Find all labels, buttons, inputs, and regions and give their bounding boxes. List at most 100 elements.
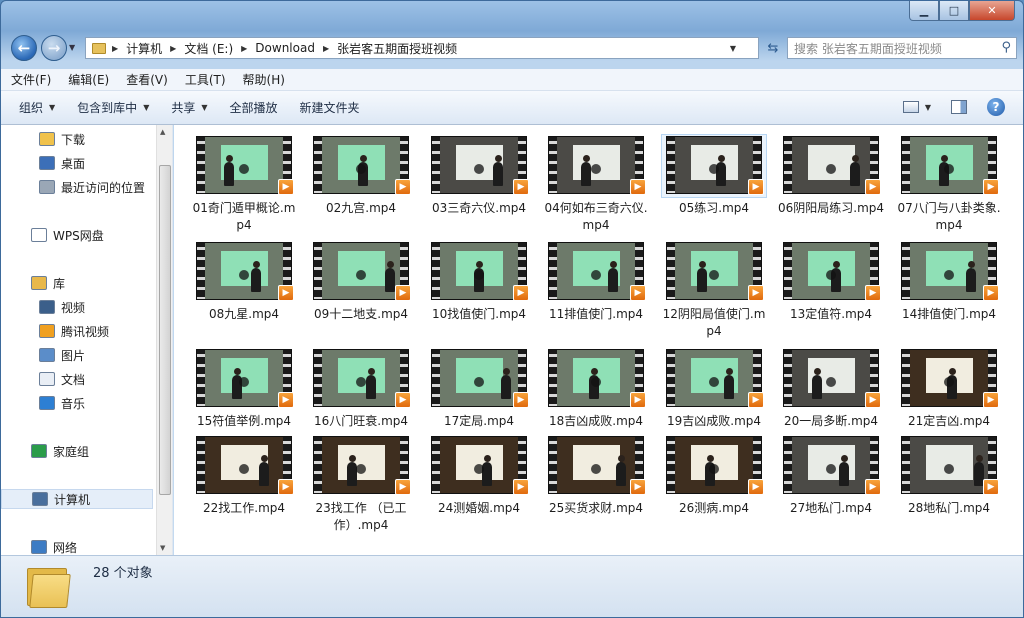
file-name: 13定值符.mp4	[789, 307, 873, 321]
file-item[interactable]: ▶ 03三奇六仪.mp4	[424, 135, 534, 217]
file-item[interactable]: ▶ 06阴阳局练习.mp4	[776, 135, 886, 217]
nav-item[interactable]: 网络	[1, 537, 77, 557]
forward-arrow-icon: →	[47, 39, 61, 57]
file-item[interactable]: ▶ 20一局多断.mp4	[776, 348, 886, 430]
play-media-icon: ▶	[513, 392, 529, 408]
file-item[interactable]: ▶ 07八门与八卦类象.mp4	[894, 135, 1004, 234]
menu-item[interactable]: 工具(T)	[185, 71, 226, 88]
file-name: 17定局.mp4	[443, 414, 515, 428]
preview-pane-icon[interactable]	[951, 100, 967, 114]
scroll-up-arrow-icon[interactable]: ▲	[160, 128, 165, 136]
file-item[interactable]: ▶ 23找工作 （已工作）.mp4	[306, 435, 416, 534]
nav-item[interactable]: 最近访问的位置	[1, 177, 145, 197]
file-item[interactable]: ▶ 17定局.mp4	[424, 348, 534, 430]
file-item[interactable]: ▶ 09十二地支.mp4	[306, 241, 416, 323]
change-view-icon[interactable]	[902, 101, 919, 113]
file-item[interactable]: ▶ 15符值举例.mp4	[189, 348, 299, 430]
address-history-dropdown[interactable]: ▼	[730, 44, 736, 53]
file-item[interactable]: ▶ 18吉凶成败.mp4	[541, 348, 651, 430]
command-button[interactable]: 组织 ▼	[19, 99, 55, 116]
command-button[interactable]: 新建文件夹	[300, 99, 360, 116]
file-item[interactable]: ▶ 28地私门.mp4	[894, 435, 1004, 517]
nav-item-label: 文档	[61, 372, 86, 387]
nav-item[interactable]: 计算机	[1, 489, 153, 509]
file-item[interactable]: ▶ 25买货求财.mp4	[541, 435, 651, 517]
refresh-button[interactable]: ⇆	[761, 37, 785, 59]
breadcrumb-separator-icon[interactable]: ▶	[170, 44, 176, 53]
file-item[interactable]: ▶ 13定值符.mp4	[776, 241, 886, 323]
maximize-button[interactable]: □	[939, 1, 969, 21]
command-button[interactable]: 共享 ▼	[171, 99, 207, 116]
navigation-row: ← → ▼ ▶ 计算机 ▶ 文档 (E:) ▶ Download ▶ 张岩客五期面授班视频 …	[9, 33, 1017, 63]
nav-item[interactable]: WPS网盘	[1, 225, 104, 245]
help-icon[interactable]: ?	[987, 98, 1005, 116]
chevron-down-icon: ▼	[201, 103, 208, 112]
breadcrumb-segment[interactable]: 张岩客五期面授班视频	[337, 40, 457, 57]
file-item[interactable]: ▶ 10找值使门.mp4	[424, 241, 534, 323]
file-item[interactable]: ▶ 02九宫.mp4	[306, 135, 416, 217]
nav-item[interactable]: 库	[1, 273, 65, 293]
forward-button[interactable]: →	[41, 35, 67, 61]
file-item[interactable]: ▶ 11排值使门.mp4	[541, 241, 651, 323]
play-media-icon: ▶	[513, 285, 529, 301]
minimize-button[interactable]: ▁	[909, 1, 939, 21]
file-name: 25买货求财.mp4	[548, 501, 644, 515]
view-options-dropdown[interactable]: ▼	[925, 103, 931, 112]
file-item[interactable]: ▶ 01奇门遁甲概论.mp4	[189, 135, 299, 234]
file-item[interactable]: ▶ 22找工作.mp4	[189, 435, 299, 517]
breadcrumb-segment[interactable]: 计算机	[126, 40, 162, 57]
file-item[interactable]: ▶ 08九星.mp4	[189, 241, 299, 323]
file-item[interactable]: ▶ 21定吉凶.mp4	[894, 348, 1004, 430]
nav-item[interactable]: 腾讯视频	[1, 321, 109, 341]
file-item[interactable]: ▶ 27地私门.mp4	[776, 435, 886, 517]
search-icon[interactable]: ⚲	[1001, 40, 1011, 55]
search-input[interactable]: 搜索 张岩客五期面授班视频 ⚲	[787, 37, 1017, 59]
command-button[interactable]: 全部播放	[230, 99, 278, 116]
file-item[interactable]: ▶ 12阴阳局值使门.mp4	[659, 241, 769, 340]
back-button[interactable]: ←	[11, 35, 37, 61]
play-media-icon: ▶	[630, 179, 646, 195]
breadcrumb-separator-icon[interactable]: ▶	[112, 44, 118, 53]
menu-item[interactable]: 文件(F)	[11, 71, 51, 88]
file-item[interactable]: ▶ 24测婚姻.mp4	[424, 435, 534, 517]
breadcrumb-segment[interactable]: 文档 (E:)	[184, 40, 233, 57]
nav-item-label: 库	[53, 276, 66, 291]
nav-item[interactable]: 视频	[1, 297, 85, 317]
scroll-thumb[interactable]	[159, 165, 171, 495]
file-item[interactable]: ▶ 05练习.mp4	[659, 134, 769, 217]
chevron-down-icon: ▼	[143, 103, 150, 112]
play-media-icon: ▶	[395, 479, 411, 495]
play-media-icon: ▶	[630, 392, 646, 408]
refresh-icon: ⇆	[767, 40, 779, 56]
close-button[interactable]: ✕	[969, 1, 1015, 21]
menu-item[interactable]: 查看(V)	[126, 71, 168, 88]
breadcrumb-separator-icon[interactable]: ▶	[241, 44, 247, 53]
play-media-icon: ▶	[865, 285, 881, 301]
scroll-down-arrow-icon[interactable]: ▼	[160, 544, 165, 552]
nav-item[interactable]: 桌面	[1, 153, 85, 173]
file-item[interactable]: ▶ 19吉凶成败.mp4	[659, 348, 769, 430]
file-item[interactable]: ▶ 14排值使门.mp4	[894, 241, 1004, 323]
file-item[interactable]: ▶ 16八门旺衰.mp4	[306, 348, 416, 430]
recent-pages-dropdown[interactable]: ▼	[69, 43, 75, 52]
menu-item[interactable]: 编辑(E)	[68, 71, 109, 88]
nav-item[interactable]: 下载	[1, 129, 85, 149]
file-name: 14排值使门.mp4	[901, 307, 997, 321]
nav-item-label: 图片	[61, 348, 86, 363]
address-bar[interactable]: ▶ 计算机 ▶ 文档 (E:) ▶ Download ▶ 张岩客五期面授班视频 ▼	[85, 37, 759, 59]
nav-item-label: 音乐	[61, 396, 86, 411]
navigation-pane: 下载桌面最近访问的位置 WPS网盘库视频腾讯视频图片文档音乐家庭组计算机网络 ▲ …	[1, 125, 173, 555]
file-name: 23找工作 （已工作）.mp4	[315, 501, 407, 532]
file-item[interactable]: ▶ 04何如布三奇六仪.mp4	[541, 135, 651, 234]
nav-item[interactable]: 图片	[1, 345, 85, 365]
nav-item[interactable]: 文档	[1, 369, 85, 389]
nav-item[interactable]: 家庭组	[1, 441, 89, 461]
nav-item-label: 计算机	[54, 492, 91, 507]
breadcrumb-segment[interactable]: Download	[255, 41, 315, 55]
breadcrumb-separator-icon[interactable]: ▶	[323, 44, 329, 53]
nav-item[interactable]: 音乐	[1, 393, 85, 413]
menu-item[interactable]: 帮助(H)	[243, 71, 285, 88]
navigation-scrollbar[interactable]: ▲ ▼	[156, 125, 172, 555]
command-button[interactable]: 包含到库中 ▼	[77, 99, 149, 116]
file-item[interactable]: ▶ 26测病.mp4	[659, 435, 769, 517]
